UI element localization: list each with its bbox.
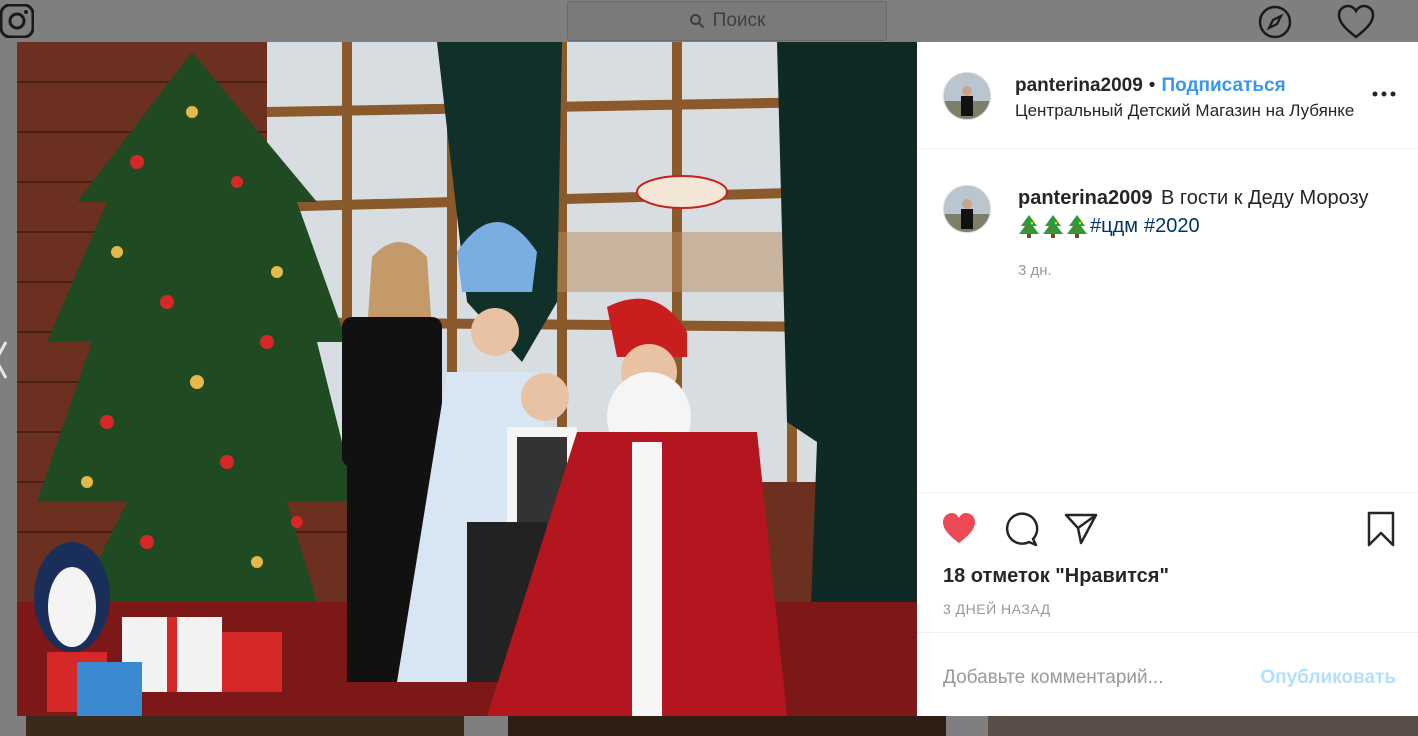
christmas-tree-icon <box>1067 215 1087 238</box>
comment-icon[interactable] <box>1003 511 1039 547</box>
feed-thumbnail <box>508 716 946 736</box>
post-photo[interactable] <box>17 42 917 716</box>
avatar-image <box>944 73 990 119</box>
search-icon <box>689 14 704 29</box>
photo-illustration <box>17 42 917 716</box>
christmas-tree-icon <box>1019 215 1039 238</box>
bookmark-icon[interactable] <box>1363 511 1399 547</box>
caption-line: #цдм #2020 <box>1018 214 1206 238</box>
separator-dot: • <box>1148 75 1156 96</box>
share-icon[interactable] <box>1063 511 1099 547</box>
top-navigation-bar: Поиск <box>0 0 1418 42</box>
christmas-tree-icon <box>1043 215 1063 238</box>
caption-username-link[interactable]: panterina2009 <box>1018 187 1153 210</box>
avatar-image <box>944 186 990 232</box>
hashtag-link[interactable]: #2020 <box>1144 215 1200 238</box>
avatar[interactable] <box>943 185 991 233</box>
post-date[interactable]: 3 ДНЕЙ НАЗАД <box>943 601 1051 617</box>
comment-form: Добавьте комментарий... Опубликовать <box>917 632 1418 717</box>
publish-button[interactable]: Опубликовать <box>1260 667 1396 689</box>
avatar[interactable] <box>943 72 991 120</box>
previous-post-arrow-icon[interactable] <box>0 340 8 380</box>
more-options-icon[interactable] <box>1371 86 1397 102</box>
comment-input[interactable]: Добавьте комментарий... <box>943 667 1163 689</box>
follow-button[interactable]: Подписаться <box>1161 75 1285 96</box>
instagram-icon[interactable] <box>0 4 34 38</box>
feed-thumbnail <box>26 716 464 736</box>
likes-count[interactable]: 18 отметок "Нравится" <box>943 565 1169 588</box>
caption-timestamp[interactable]: 3 дн. <box>1018 262 1052 279</box>
heart-icon[interactable] <box>1337 4 1375 40</box>
post-header-title: panterina2009 • Подписаться <box>1015 75 1286 97</box>
location-link[interactable]: Центральный Детский Магазин на Лубянке <box>1015 101 1354 121</box>
like-heart-icon[interactable] <box>941 511 977 547</box>
caption-text: В гости к Деду Морозу <box>1161 187 1369 209</box>
post-header: panterina2009 • Подписаться Центральный Де… <box>917 42 1418 149</box>
post-details-panel: panterina2009 • Подписаться Центральный Де… <box>917 42 1418 716</box>
username-link[interactable]: panterina2009 <box>1015 75 1143 96</box>
compass-icon[interactable] <box>1257 4 1293 40</box>
search-placeholder: Поиск <box>712 10 766 31</box>
feed-thumbnail <box>988 716 1418 736</box>
search-input[interactable]: Поиск <box>567 1 887 41</box>
hashtag-link[interactable]: #цдм <box>1090 215 1138 238</box>
